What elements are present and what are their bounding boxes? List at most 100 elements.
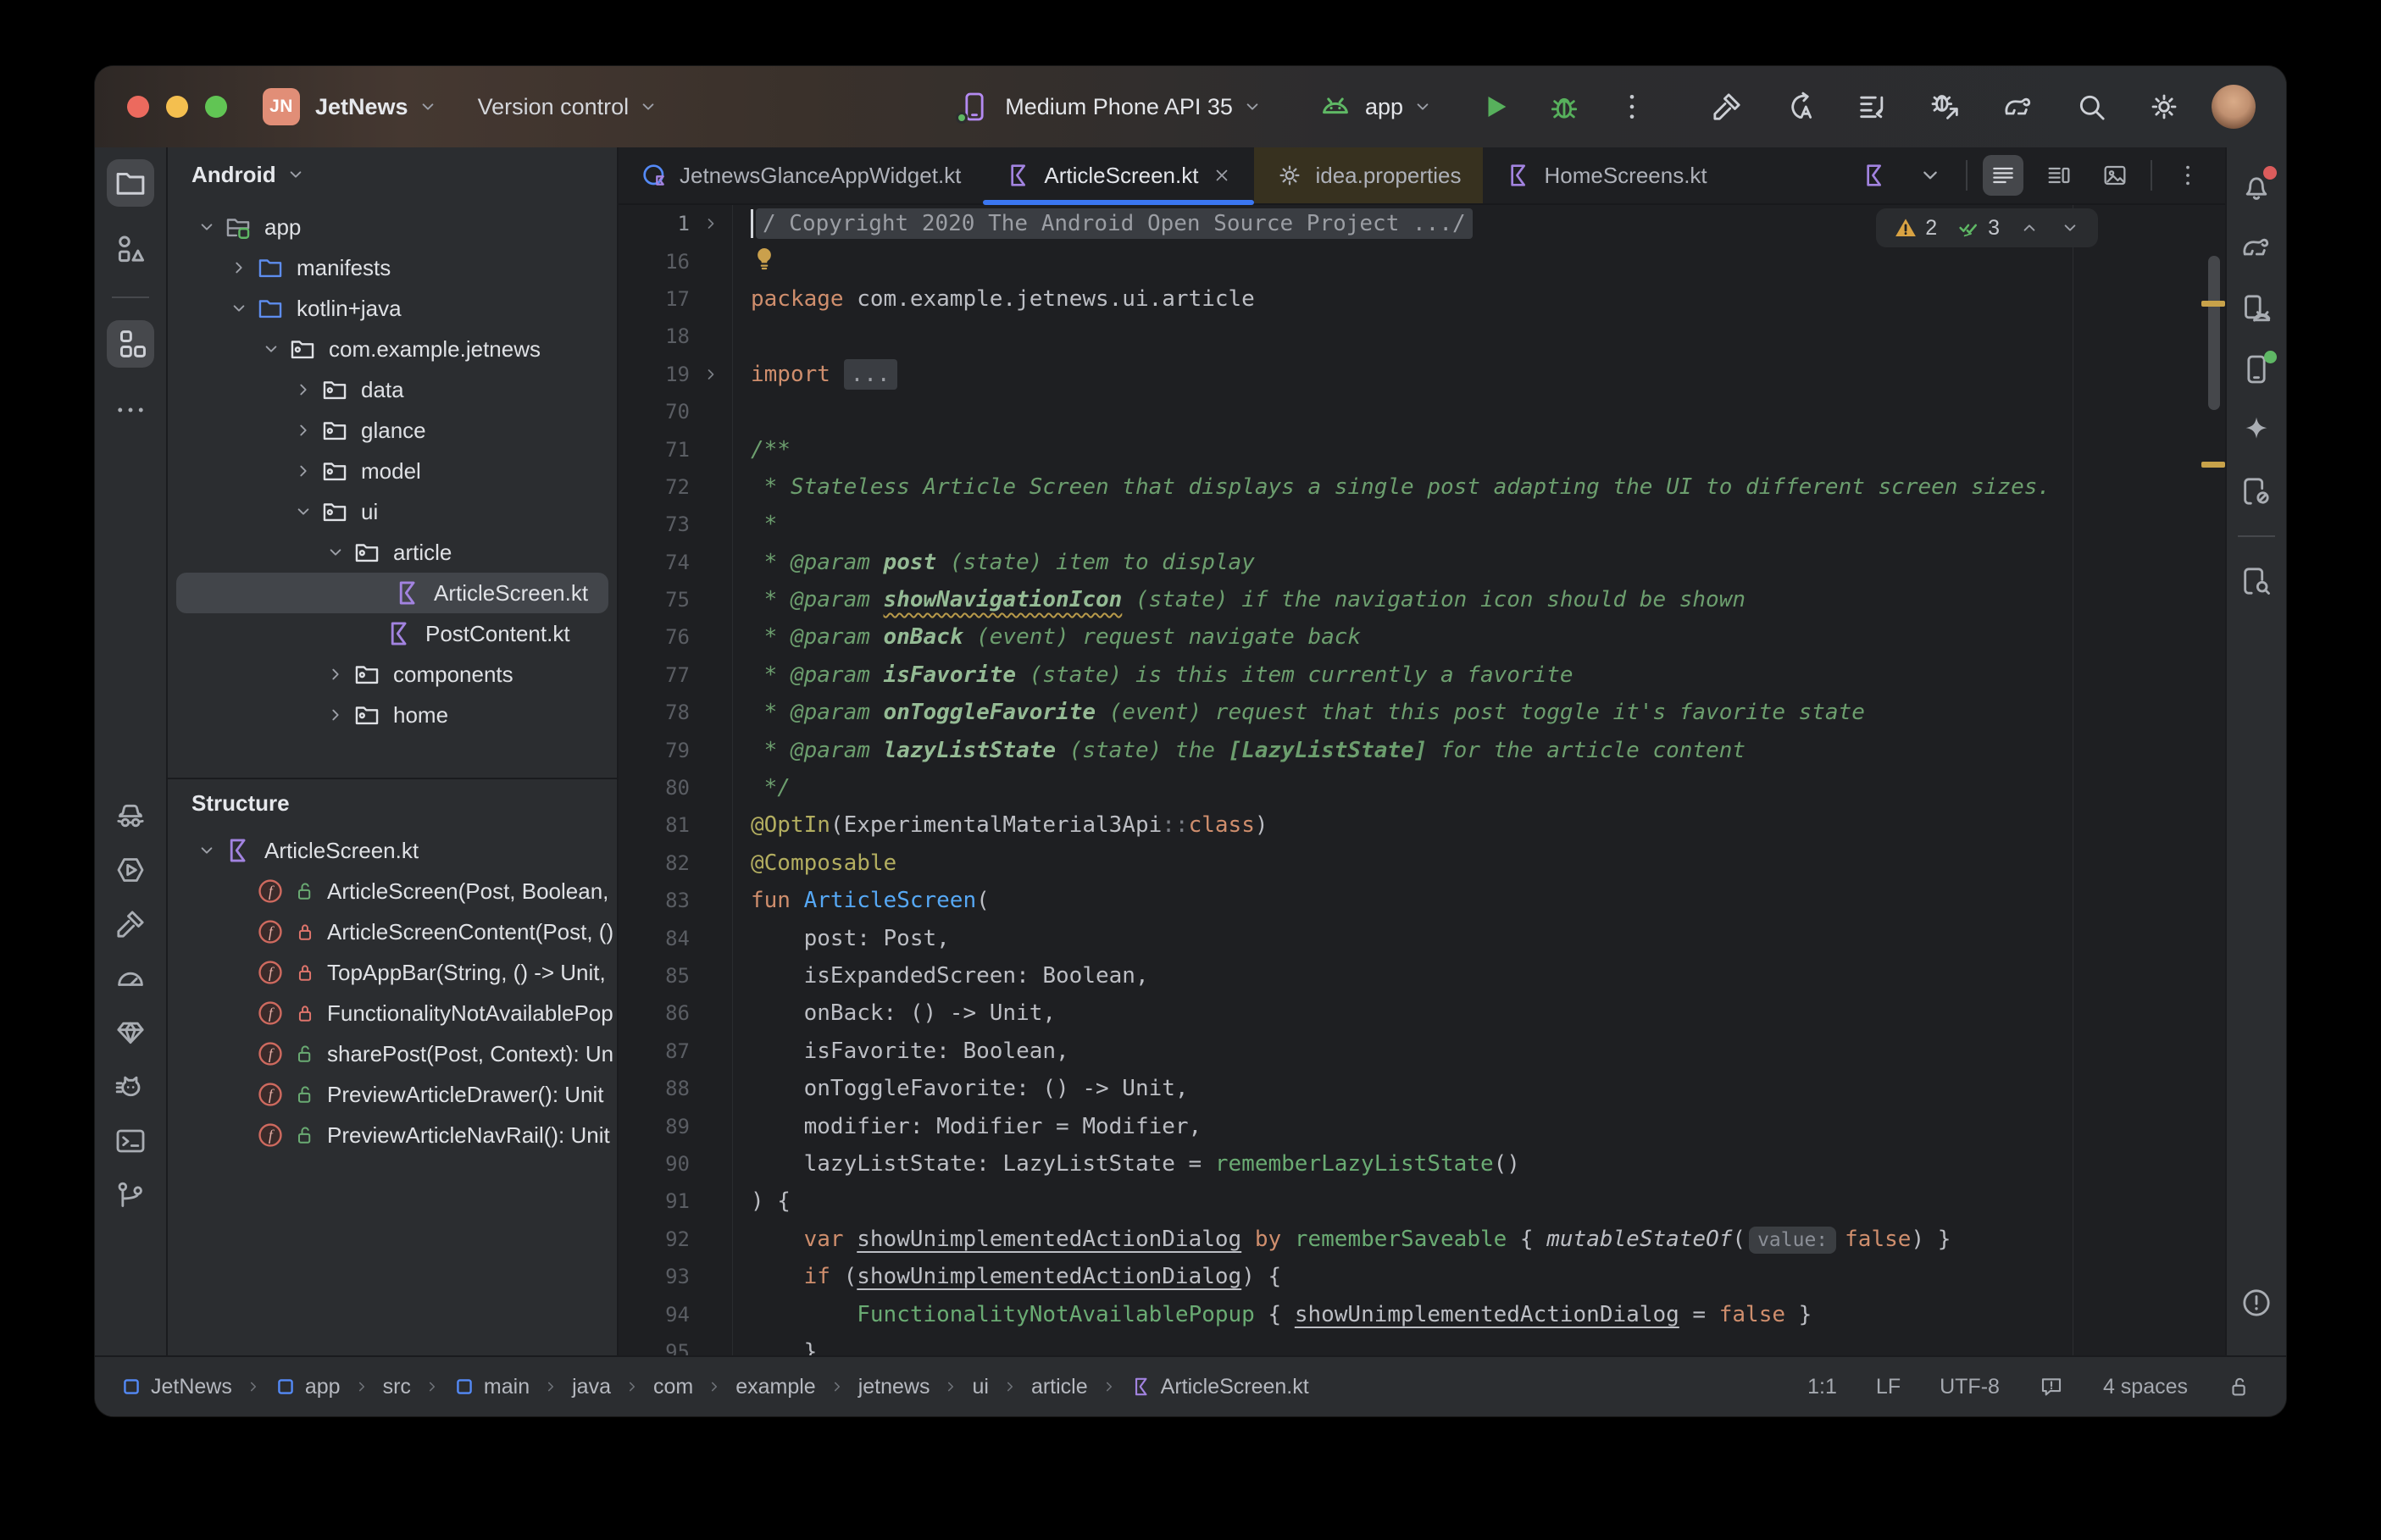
code-view-button[interactable] xyxy=(1983,155,2023,196)
chevron-down-icon[interactable] xyxy=(286,501,320,523)
attach-debugger-icon[interactable] xyxy=(1929,90,1962,124)
chevron-right-icon[interactable] xyxy=(286,379,320,401)
project-tree-item-components[interactable]: components xyxy=(168,654,617,695)
apply-changes-icon[interactable] xyxy=(1783,90,1817,124)
services-icon[interactable] xyxy=(109,849,152,891)
code-line-71[interactable]: 71/** xyxy=(619,430,2225,468)
code-line-79[interactable]: 79 * @param lazyListState (state) the [L… xyxy=(619,731,2225,768)
version-control-menu[interactable]: Version control xyxy=(478,94,630,120)
code-line-16[interactable]: 16 xyxy=(619,242,2225,280)
caret-position[interactable]: 1:1 xyxy=(1807,1375,1837,1399)
run-button[interactable] xyxy=(1478,90,1512,124)
breadcrumb-item-java[interactable]: java xyxy=(572,1375,611,1399)
code-line-74[interactable]: 74 * @param post (state) item to display xyxy=(619,544,2225,581)
code-editor[interactable]: 1/ Copyright 2020 The Android Open Sourc… xyxy=(619,205,2225,1355)
more-tool-windows-icon[interactable] xyxy=(107,386,154,434)
chevron-right-icon[interactable] xyxy=(286,460,320,482)
code-line-77[interactable]: 77 * @param isFavorite (state) is this i… xyxy=(619,656,2225,694)
code-line-80[interactable]: 80 */ xyxy=(619,769,2225,806)
highlighting-level-icon[interactable] xyxy=(2039,1374,2064,1399)
code-line-76[interactable]: 76 * @param onBack (event) request navig… xyxy=(619,618,2225,656)
notifications-bell-icon[interactable] xyxy=(2234,164,2278,208)
file-encoding[interactable]: UTF-8 xyxy=(1940,1375,2000,1399)
code-line-78[interactable]: 78 * @param onToggleFavorite (event) req… xyxy=(619,694,2225,731)
breadcrumb-item-example[interactable]: example xyxy=(735,1375,816,1399)
warning-stripe-mark[interactable] xyxy=(2201,462,2225,468)
settings-gear-icon[interactable] xyxy=(2147,90,2181,124)
project-tree-item-home[interactable]: home xyxy=(168,695,617,735)
split-view-button[interactable] xyxy=(2039,155,2079,196)
minimize-window-button[interactable] xyxy=(166,96,188,118)
passed-checks-count[interactable]: 3 xyxy=(1956,215,2000,241)
current-file-kotlin-icon[interactable] xyxy=(1854,155,1895,196)
build-tool-icon[interactable] xyxy=(109,903,152,945)
project-tree-item-data[interactable]: data xyxy=(168,369,617,410)
project-name-menu[interactable]: JetNews xyxy=(315,94,408,120)
file-writable-icon[interactable] xyxy=(2227,1374,2252,1399)
tab-jetnewsglanceappwidget-kt[interactable]: JetnewsGlanceAppWidget.kt xyxy=(619,147,983,203)
project-tool-icon[interactable] xyxy=(107,159,154,207)
breadcrumb-item-ui[interactable]: ui xyxy=(972,1375,988,1399)
project-tree-item-postcontent-kt[interactable]: PostContent.kt xyxy=(168,613,617,654)
gemini-gem-icon[interactable] xyxy=(109,1011,152,1054)
structure-item[interactable]: fsharePost(Post, Context): Un xyxy=(168,1033,617,1074)
intention-bulb-icon[interactable] xyxy=(751,245,778,272)
structure-tool-icon[interactable] xyxy=(107,320,154,368)
project-tree-item-manifests[interactable]: manifests xyxy=(168,247,617,288)
code-line-72[interactable]: 72 * Stateless Article Screen that displ… xyxy=(619,468,2225,506)
warning-stripe-mark[interactable] xyxy=(2201,301,2225,307)
breadcrumb-item-com[interactable]: com xyxy=(653,1375,693,1399)
chevron-down-icon[interactable] xyxy=(190,839,224,861)
structure-item[interactable]: fFunctionalityNotAvailablePop xyxy=(168,993,617,1033)
search-everywhere-icon[interactable] xyxy=(2074,90,2108,124)
code-line-85[interactable]: 85 isExpandedScreen: Boolean, xyxy=(619,957,2225,994)
device-selector[interactable]: Medium Phone API 35 xyxy=(1005,94,1233,120)
gradle-icon[interactable] xyxy=(2234,225,2278,269)
build-hammer-icon[interactable] xyxy=(1710,90,1744,124)
running-devices-icon[interactable] xyxy=(2234,347,2278,391)
project-tree-item-com-example-jetnews[interactable]: com.example.jetnews xyxy=(168,329,617,369)
project-tree-item-app[interactable]: app xyxy=(168,207,617,247)
code-line-87[interactable]: 87 isFavorite: Boolean, xyxy=(619,1033,2225,1070)
code-line-89[interactable]: 89 modifier: Modifier = Modifier, xyxy=(619,1107,2225,1144)
breadcrumb-item-article[interactable]: article xyxy=(1031,1375,1088,1399)
project-tree-item-kotlin-java[interactable]: kotlin+java xyxy=(168,288,617,329)
user-avatar[interactable] xyxy=(2212,85,2256,129)
app-inspection-icon[interactable] xyxy=(2234,559,2278,603)
resource-manager-icon[interactable] xyxy=(107,225,154,273)
chevron-right-icon[interactable] xyxy=(319,663,352,685)
device-mirror-icon[interactable] xyxy=(2234,469,2278,513)
code-line-82[interactable]: 82@Composable xyxy=(619,845,2225,882)
gradle-sync-icon[interactable] xyxy=(2001,90,2035,124)
editor-options-icon[interactable] xyxy=(2167,155,2208,196)
tab-homescreens-kt[interactable]: HomeScreens.kt xyxy=(1483,147,1729,203)
breadcrumb-item-jetnews[interactable]: jetnews xyxy=(858,1375,930,1399)
code-line-92[interactable]: 92 var showUnimplementedActionDialog by … xyxy=(619,1221,2225,1258)
tab-idea-properties[interactable]: idea.properties xyxy=(1254,147,1483,203)
chevron-down-icon[interactable] xyxy=(254,338,288,360)
inspection-widget[interactable]: 2 3 xyxy=(1876,208,2098,247)
tab-articlescreen-kt[interactable]: ArticleScreen.kt xyxy=(983,147,1254,203)
breadcrumb-item-app[interactable]: app xyxy=(275,1375,341,1399)
code-line-86[interactable]: 86 onBack: () -> Unit, xyxy=(619,994,2225,1032)
device-manager-icon[interactable] xyxy=(2234,286,2278,330)
fold-arrow-icon[interactable] xyxy=(690,213,732,234)
project-tree-item-glance[interactable]: glance xyxy=(168,410,617,451)
structure-item[interactable]: fArticleScreen(Post, Boolean, xyxy=(168,871,617,911)
terminal-icon[interactable] xyxy=(109,1120,152,1162)
previous-problem-button[interactable] xyxy=(2018,217,2040,239)
code-line-19[interactable]: 19import ... xyxy=(619,356,2225,393)
code-line-70[interactable]: 70 xyxy=(619,393,2225,430)
logcat-icon[interactable] xyxy=(109,1066,152,1108)
code-line-17[interactable]: 17package com.example.jetnews.ui.article xyxy=(619,280,2225,318)
code-line-93[interactable]: 93 if (showUnimplementedActionDialog) { xyxy=(619,1258,2225,1295)
profiler-icon[interactable] xyxy=(109,957,152,1000)
code-line-91[interactable]: 91) { xyxy=(619,1183,2225,1220)
breadcrumb-item-jetnews[interactable]: JetNews xyxy=(120,1375,232,1399)
run-configuration-selector[interactable]: app xyxy=(1365,94,1403,120)
project-tree-item-ui[interactable]: ui xyxy=(168,491,617,532)
code-line-94[interactable]: 94 FunctionalityNotAvailablePopup { show… xyxy=(619,1295,2225,1332)
warnings-count[interactable]: 2 xyxy=(1893,215,1937,241)
project-view-selector[interactable]: Android xyxy=(191,162,276,188)
structure-item[interactable]: fPreviewArticleNavRail(): Unit xyxy=(168,1115,617,1155)
